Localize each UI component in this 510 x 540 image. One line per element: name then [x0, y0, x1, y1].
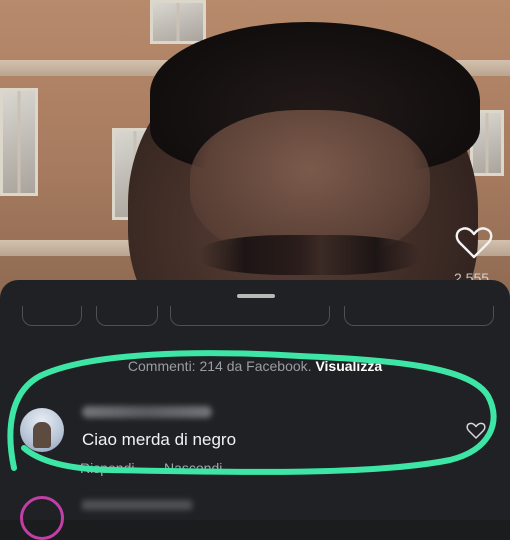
avatar[interactable] [20, 496, 64, 540]
heart-outline-icon[interactable] [455, 226, 493, 260]
building-window [150, 0, 206, 44]
video-frame: 2.555 [0, 0, 510, 300]
username-redacted [82, 500, 192, 510]
filter-chip[interactable] [22, 306, 82, 326]
highlight-annotation [7, 350, 497, 475]
building-window [0, 88, 38, 196]
drag-handle[interactable] [237, 294, 275, 298]
next-comment-item [20, 496, 490, 540]
annotation-stroke [7, 350, 497, 475]
filter-chip[interactable] [170, 306, 330, 326]
filter-chip[interactable] [344, 306, 494, 326]
filter-chip[interactable] [96, 306, 158, 326]
person-brows [200, 235, 420, 275]
